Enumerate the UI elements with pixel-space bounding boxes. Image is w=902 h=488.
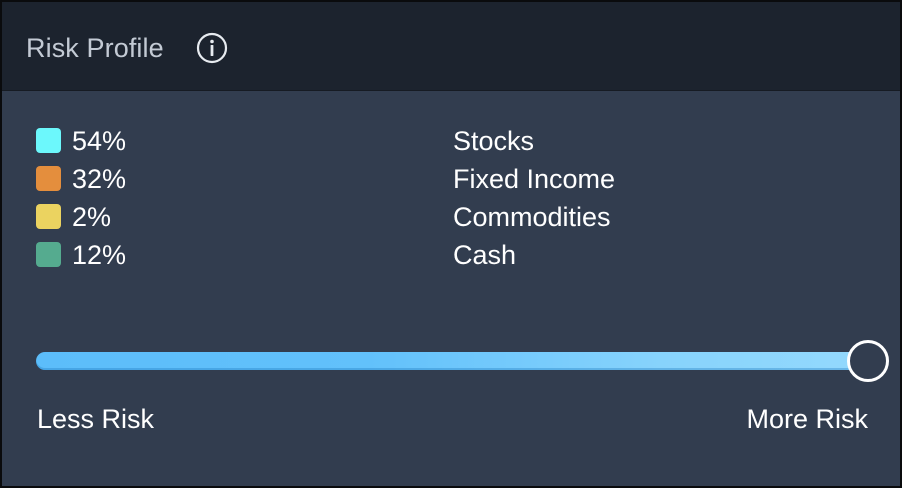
more-risk-label: More Risk: [746, 404, 868, 434]
info-icon[interactable]: [196, 32, 228, 64]
legend-swatch: [36, 166, 61, 191]
risk-profile-panel: Risk Profile 54% Stocks 32% Fixed Income: [0, 0, 902, 488]
allocation-percent: 32%: [72, 164, 127, 194]
legend-swatch: [36, 204, 61, 229]
allocation-row-commodities: 2% Commodities: [2, 202, 900, 241]
allocation-percent: 54%: [72, 126, 127, 156]
legend-swatch: [36, 128, 61, 153]
allocation-label: Cash: [453, 240, 517, 270]
allocation-row-stocks: 54% Stocks: [2, 126, 900, 165]
risk-slider[interactable]: [36, 340, 889, 382]
allocation-row-fixed-income: 32% Fixed Income: [2, 164, 900, 203]
risk-slider-track[interactable]: [36, 352, 868, 370]
allocation-label: Stocks: [453, 126, 535, 156]
allocation-row-cash: 12% Cash: [2, 240, 900, 279]
less-risk-label: Less Risk: [37, 404, 155, 434]
risk-slider-thumb[interactable]: [847, 340, 889, 382]
panel-body: 54% Stocks 32% Fixed Income 2% Commoditi…: [2, 91, 900, 486]
allocation-percent: 2%: [72, 202, 112, 232]
allocation-label: Fixed Income: [453, 164, 616, 194]
panel-header: Risk Profile: [2, 2, 900, 91]
allocation-label: Commodities: [453, 202, 611, 232]
legend-swatch: [36, 242, 61, 267]
allocation-percent: 12%: [72, 240, 127, 270]
panel-title: Risk Profile: [26, 33, 164, 63]
